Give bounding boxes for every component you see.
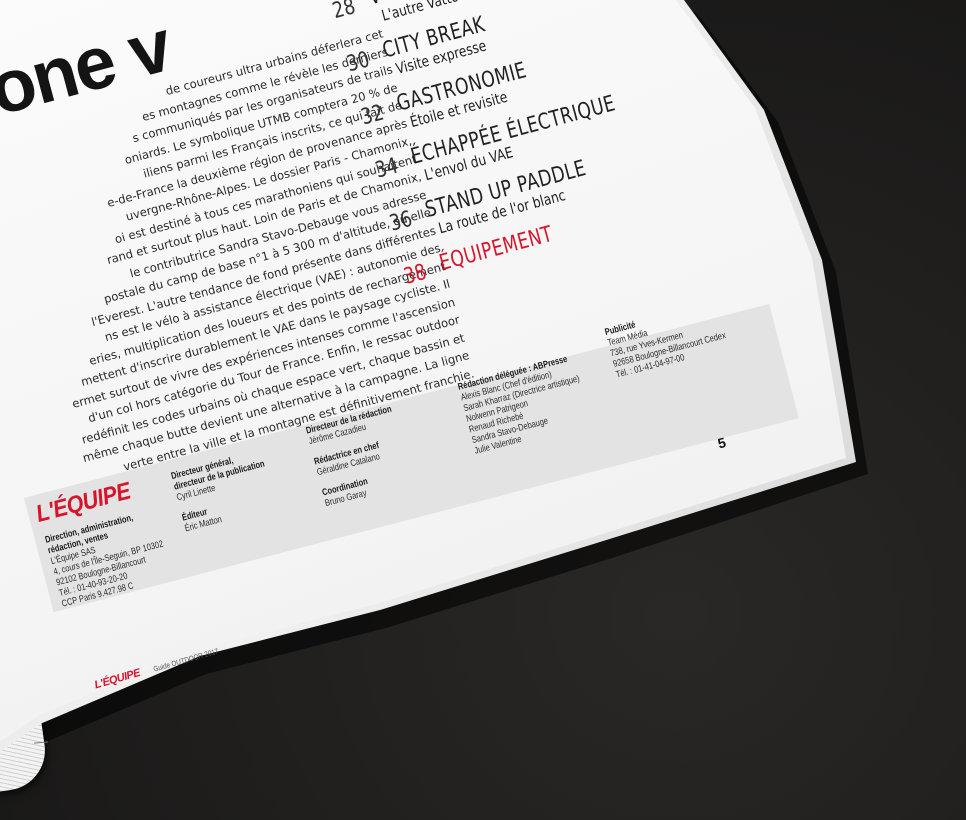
photo-scene: one v de coureurs ultra urbains déferler… [0, 0, 966, 820]
credit-dg: Directeur général, directeur de la publi… [170, 441, 301, 533]
